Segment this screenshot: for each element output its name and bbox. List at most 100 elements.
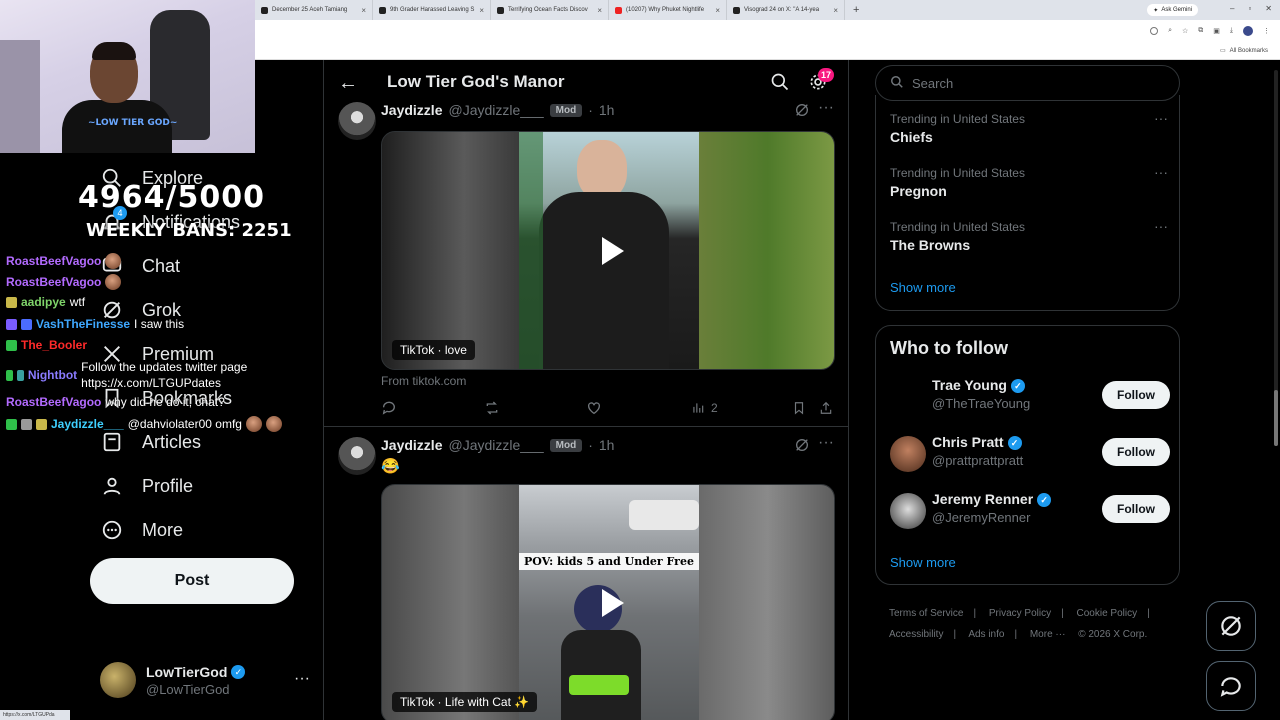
new-tab-button[interactable]: +: [845, 4, 867, 16]
scrollbar-thumb[interactable]: [1274, 390, 1278, 446]
tab-close-icon[interactable]: ×: [597, 6, 602, 15]
scrollbar[interactable]: [1274, 70, 1278, 446]
screen: December 25 Aceh Tamiang × 9th Grader Har…: [0, 0, 1280, 720]
nav-profile[interactable]: Profile: [100, 474, 193, 498]
ads-info-link[interactable]: Ads info: [968, 629, 1004, 640]
trend-more-icon[interactable]: ···: [1154, 218, 1168, 234]
trend-more-icon[interactable]: ···: [1154, 164, 1168, 180]
follow-suggestion[interactable]: Chris Pratt ✓ @prattprattpratt Follow: [890, 434, 1170, 474]
terms-link[interactable]: Terms of Service: [889, 608, 963, 619]
avatar[interactable]: [338, 102, 376, 140]
post-author-handle[interactable]: @Jaydizzle___: [448, 102, 543, 118]
follow-button[interactable]: Follow: [1102, 381, 1170, 409]
follow-button[interactable]: Follow: [1102, 495, 1170, 523]
follow-button[interactable]: Follow: [1102, 438, 1170, 466]
privacy-link[interactable]: Privacy Policy: [989, 608, 1051, 619]
avatar[interactable]: [338, 437, 376, 475]
nav-more[interactable]: More: [100, 518, 183, 542]
post-author-name[interactable]: Jaydizzle: [381, 437, 442, 453]
bookmark-icon[interactable]: [792, 400, 806, 416]
extensions-icon[interactable]: ⧉: [1198, 27, 1203, 35]
post-time[interactable]: 1h: [599, 102, 615, 118]
share-icon[interactable]: [819, 400, 833, 416]
trend-title: Chiefs: [890, 129, 933, 145]
maximize-icon[interactable]: ▫: [1248, 4, 1251, 13]
video-thumbnail[interactable]: POV: kids 5 and Under Free TikTok · Life…: [381, 484, 835, 720]
tab-close-icon[interactable]: ×: [715, 6, 720, 15]
post-button[interactable]: Post: [90, 558, 294, 604]
grok-icon[interactable]: [794, 102, 810, 123]
verified-badge-icon: ✓: [1037, 493, 1052, 508]
post-more-icon[interactable]: ···: [818, 434, 834, 452]
video-thumbnail[interactable]: TikTok · love: [381, 131, 835, 370]
play-icon[interactable]: [587, 580, 633, 626]
ask-gemini-button[interactable]: ✦ Ask Gemini: [1147, 4, 1198, 16]
chat-message: Jaydizzle___ @dahviolater00 omfg: [6, 416, 282, 432]
grok-fab-button[interactable]: [1206, 601, 1256, 651]
minimize-icon[interactable]: –: [1230, 4, 1234, 13]
link-source[interactable]: From tiktok.com: [381, 374, 466, 388]
repost-icon[interactable]: [483, 400, 501, 416]
views-stat[interactable]: 2: [691, 401, 718, 415]
nav-articles[interactable]: Articles: [100, 430, 201, 454]
trend-item[interactable]: Trending in United States The Browns ···: [890, 218, 1170, 253]
more-link[interactable]: More ···: [1030, 629, 1066, 640]
follow-handle: @TheTraeYoung: [932, 396, 1031, 411]
video-palm: [519, 132, 543, 369]
close-icon[interactable]: ✕: [1265, 4, 1272, 13]
browser-tab[interactable]: Visograd 24 on X: "A 14-yea ×: [727, 0, 845, 20]
tab-close-icon[interactable]: ×: [361, 6, 366, 15]
download-icon[interactable]: ⤓: [1230, 27, 1233, 35]
video-blur-left: [382, 132, 519, 369]
like-icon[interactable]: [586, 400, 602, 416]
menu-icon[interactable]: ⋮: [1263, 27, 1270, 35]
post-time[interactable]: 1h: [599, 437, 615, 453]
browser-tab[interactable]: (10207) Why Phuket Nightlife ×: [609, 0, 727, 20]
cast-icon[interactable]: [1150, 27, 1159, 35]
footer-links: Terms of Service | Privacy Policy | Cookie…: [889, 603, 1179, 645]
post-more-icon[interactable]: ···: [818, 99, 834, 117]
follow-suggestion[interactable]: Jeremy Renner ✓ @JeremyRenner Follow: [890, 491, 1170, 531]
search-icon[interactable]: [770, 72, 790, 97]
show-more-link[interactable]: Show more: [890, 280, 956, 295]
trend-context: Trending in United States: [890, 166, 1025, 180]
chat-emote-icon: [105, 253, 122, 269]
all-bookmarks-link[interactable]: All Bookmarks: [1230, 48, 1268, 54]
trend-title: Pregnon: [890, 183, 947, 199]
window-controls: – ▫ ✕: [1230, 4, 1272, 13]
account-more-icon[interactable]: ···: [294, 670, 310, 688]
trend-item[interactable]: Trending in United States Pregnon ···: [890, 164, 1170, 199]
account-switcher[interactable]: LowTierGod ✓ @LowTierGod ···: [100, 662, 310, 698]
tab-close-icon[interactable]: ×: [479, 6, 484, 15]
chat-message: RoastBeefVagoo: [6, 274, 122, 290]
account-handle: @LowTierGod: [146, 681, 230, 697]
dot-separator: ·: [588, 102, 593, 118]
back-arrow-icon[interactable]: ←: [338, 72, 358, 95]
show-more-link[interactable]: Show more: [890, 555, 956, 570]
play-icon[interactable]: [587, 228, 633, 274]
browser-tab[interactable]: Terrifying Ocean Facts Discov ×: [491, 0, 609, 20]
profile-avatar[interactable]: [1243, 26, 1253, 36]
post-author-name[interactable]: Jaydizzle: [381, 102, 442, 118]
trend-item[interactable]: Trending in United States Chiefs ···: [890, 110, 1170, 145]
post-author-handle[interactable]: @Jaydizzle___: [448, 437, 543, 453]
cookie-link[interactable]: Cookie Policy: [1077, 608, 1138, 619]
reply-icon[interactable]: [381, 400, 397, 416]
grok-icon[interactable]: [794, 437, 810, 458]
accessibility-link[interactable]: Accessibility: [889, 629, 943, 640]
search-input[interactable]: [912, 75, 1152, 91]
browser-tab[interactable]: 9th Grader Harassed Leaving S ×: [373, 0, 491, 20]
separator: |: [1061, 608, 1064, 619]
community-header: ← Low Tier God's Manor 17: [324, 60, 848, 106]
messages-fab-button[interactable]: [1206, 661, 1256, 711]
webcam-overlay: ~LOW TIER GOD~: [0, 0, 255, 153]
zoom-icon[interactable]: ⌕: [1168, 27, 1172, 35]
trend-title: The Browns: [890, 237, 971, 253]
follow-suggestion[interactable]: Trae Young ✓ @TheTraeYoung Follow: [890, 377, 1170, 417]
tab-close-icon[interactable]: ×: [833, 6, 838, 15]
sidebar-icon[interactable]: ▣: [1213, 27, 1220, 35]
chat-badge-icon: [21, 318, 32, 330]
star-icon[interactable]: ☆: [1182, 27, 1188, 35]
trend-more-icon[interactable]: ···: [1154, 110, 1168, 126]
browser-tab[interactable]: December 25 Aceh Tamiang ×: [255, 0, 373, 20]
